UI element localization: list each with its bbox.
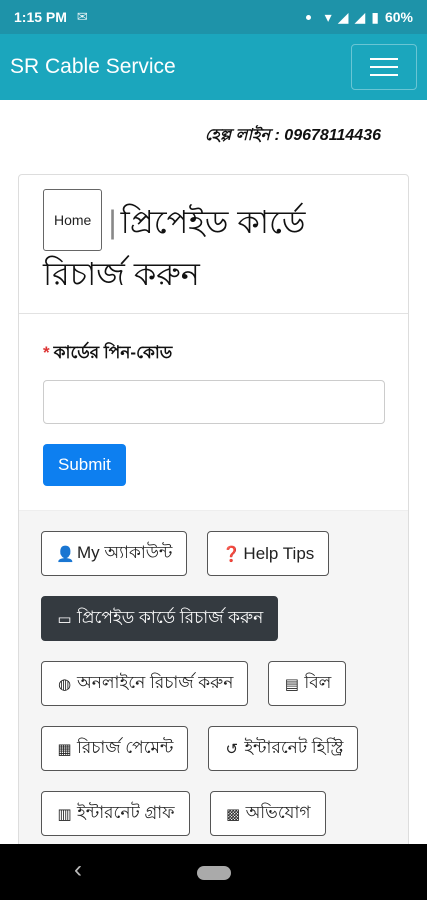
user-icon: 👤 [56, 545, 75, 563]
app-bar: SR Cable Service [0, 34, 427, 100]
credit-card-icon: ▭ [57, 610, 72, 628]
internet-history-button[interactable]: ↺ ইন্টারনেট হিস্ট্রি [208, 726, 359, 771]
store-icon: ▦ [57, 740, 72, 758]
card-body: * কার্ডের পিন-কোড Submit [19, 314, 408, 510]
status-right: ▾ ◢ ◢ ▮ 60% [305, 8, 413, 26]
prepaid-recharge-label: প্রিপেইড কার্ডে রিচার্জ করুন [77, 607, 264, 627]
help-tips-label: Help Tips [243, 543, 315, 563]
history-icon: ↺ [225, 740, 239, 758]
recharge-payment-label: রিচার্জ পেমেন্ট [77, 737, 174, 757]
recharge-payment-button[interactable]: ▦ রিচার্জ পেমেন্ট [41, 726, 189, 771]
brand-title[interactable]: SR Cable Service [10, 55, 176, 79]
bill-button[interactable]: ▤ বিল [268, 661, 347, 706]
breadcrumb-separator: | [108, 204, 117, 240]
button-row-3: ◍ অনলাইনে রিচার্জ করুন ▤ বিল [41, 661, 408, 706]
home-link[interactable]: Home [43, 189, 103, 251]
button-row-4: ▦ রিচার্জ পেমেন্ট ↺ ইন্টারনেট হিস্ট্রি [41, 726, 408, 771]
internet-history-label: ইন্টারনেট হিস্ট্রি [244, 737, 344, 757]
battery-percent: 60% [384, 9, 413, 25]
status-bar: 1:15 PM ✉ ▾ ◢ ◢ ▮ 60% [0, 0, 427, 34]
notification-dot-icon [305, 14, 311, 20]
back-icon[interactable]: ‹ [74, 856, 82, 884]
file-invoice-icon: ▤ [284, 675, 299, 693]
submit-button[interactable]: Submit [43, 444, 126, 486]
recharge-card: Home | প্রিপেইড কার্ডে রিচার্জ করুন * কার্ড… [18, 174, 409, 874]
menu-line-icon [370, 66, 398, 68]
button-row-1: 👤 My অ্যাকাউন্ট ❓ Help Tips [41, 531, 408, 576]
my-account-button[interactable]: 👤 My অ্যাকাউন্ট [41, 531, 188, 576]
page-title: Home | প্রিপেইড কার্ডে রিচার্জ করুন [43, 189, 384, 297]
complaint-label: অভিযোগ [245, 802, 311, 822]
signal-icon: ◢ [337, 8, 349, 25]
page-content: হেল্প লাইন : 09678114436 Home | প্রিপেইড ক… [0, 100, 427, 874]
internet-graph-label: ইন্টারনেট গ্রাফ [77, 802, 175, 822]
bill-label: বিল [304, 672, 332, 692]
my-account-label: My অ্যাকাউন্ট [77, 542, 173, 562]
pin-label: * কার্ডের পিন-কোড [43, 340, 384, 368]
wifi-icon: ▾ [324, 8, 332, 25]
card-header: Home | প্রিপেইড কার্ডে রিচার্জ করুন [19, 175, 408, 314]
status-time: 1:15 PM [14, 9, 67, 25]
helpline-text: হেল্প লাইন : 09678114436 [204, 127, 381, 144]
hamburger-menu-button[interactable] [351, 44, 417, 90]
button-row-2: ▭ প্রিপেইড কার্ডে রিচার্জ করুন [41, 596, 408, 641]
pin-code-input[interactable] [43, 380, 385, 424]
online-recharge-button[interactable]: ◍ অনলাইনে রিচার্জ করুন [41, 661, 249, 706]
menu-line-icon [370, 58, 398, 60]
gmail-icon: ✉ [76, 9, 88, 24]
bar-chart-icon: ▥ [57, 805, 72, 823]
signal-icon-2: ◢ [354, 8, 366, 25]
pin-label-text: কার্ডের পিন-কোড [53, 343, 173, 362]
internet-graph-button[interactable]: ▥ ইন্টারনেট গ্রাফ [41, 791, 190, 836]
help-tips-button[interactable]: ❓ Help Tips [207, 531, 330, 576]
money-complaint-icon: ▩ [225, 805, 241, 823]
menu-line-icon [370, 74, 398, 76]
button-row-5: ▥ ইন্টারনেট গ্রাফ ▩ অভিযোগ [41, 791, 408, 836]
home-pill-icon[interactable] [197, 866, 231, 880]
prepaid-recharge-button[interactable]: ▭ প্রিপেইড কার্ডে রিচার্জ করুন [41, 596, 279, 641]
globe-icon: ◍ [57, 675, 72, 693]
action-buttons: 👤 My অ্যাকাউন্ট ❓ Help Tips ▭ প্রিপেইড ক… [19, 510, 408, 873]
required-mark: * [43, 343, 50, 362]
complaint-button[interactable]: ▩ অভিযোগ [209, 791, 326, 836]
battery-icon: ▮ [371, 8, 379, 25]
android-nav-bar: ‹ [0, 844, 427, 900]
online-recharge-label: অনলাইনে রিচার্জ করুন [77, 672, 234, 692]
question-circle-icon: ❓ [222, 545, 242, 563]
